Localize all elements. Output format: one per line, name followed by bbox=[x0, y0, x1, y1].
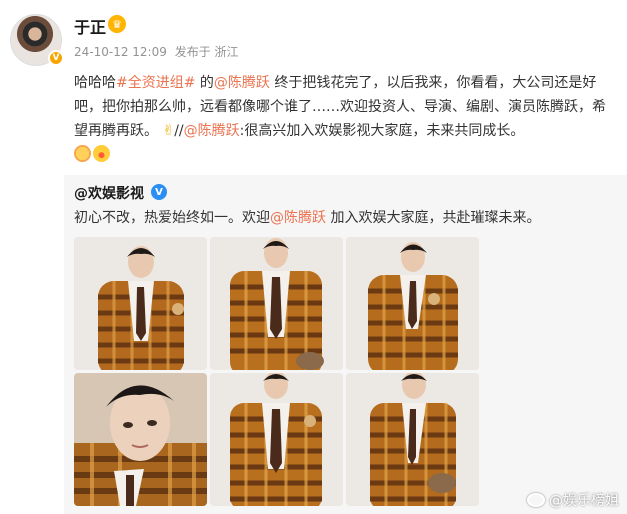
mention-link[interactable]: @陈腾跃 bbox=[270, 210, 326, 226]
photo-image bbox=[210, 237, 343, 370]
text-segment: :很高兴加入欢娱影视大家庭，未来共同成长。 bbox=[239, 123, 525, 139]
photo-3[interactable] bbox=[346, 237, 479, 370]
photo-image bbox=[346, 237, 479, 370]
photo-1[interactable] bbox=[74, 237, 207, 370]
text-segment: // bbox=[174, 123, 184, 139]
mention-link[interactable]: @陈腾跃 bbox=[214, 75, 270, 91]
photo-2[interactable] bbox=[210, 237, 343, 370]
text-segment: 的 bbox=[195, 75, 214, 91]
weibo-logo-icon bbox=[527, 493, 545, 507]
username[interactable]: 于正 bbox=[74, 14, 106, 38]
photo-6[interactable] bbox=[346, 373, 479, 506]
mention-link[interactable]: @陈腾跃 bbox=[184, 123, 240, 139]
weibo-post: V 于正 ♛ 24-10-12 12:09 发布于 浙江 哈哈哈#全资进组# 的… bbox=[0, 0, 627, 514]
photo-image bbox=[74, 237, 207, 370]
emoji-icon bbox=[74, 145, 91, 162]
hashtag-link[interactable]: #全资进组# bbox=[116, 75, 195, 91]
post-body: 哈哈哈#全资进组# 的@陈腾跃 终于把钱花完了，以后我来，你看看，大公司还是好吧… bbox=[74, 71, 614, 167]
text-segment: 哈哈哈 bbox=[74, 75, 116, 91]
repost-body: 初心不改，热爱始终如一。欢迎@陈腾跃 加入欢娱大家庭，共赴璀璨未来。 bbox=[74, 207, 540, 227]
repost-username[interactable]: @欢娱影视 bbox=[74, 183, 144, 203]
verified-icon: V bbox=[48, 50, 64, 66]
photo-4[interactable] bbox=[74, 373, 207, 506]
photo-image bbox=[210, 373, 343, 506]
text-segment: 加入欢娱大家庭，共赴璀璨未来。 bbox=[326, 210, 541, 226]
photo-image bbox=[74, 373, 207, 506]
emoji-icon bbox=[93, 145, 110, 162]
watermark-text: @娱乐榜姐 bbox=[549, 493, 619, 509]
photo-image bbox=[346, 373, 479, 506]
text-segment: 初心不改，热爱始终如一。欢迎 bbox=[74, 210, 270, 226]
hand-icon: ✌ bbox=[162, 123, 175, 139]
verified-icon: V bbox=[151, 184, 167, 200]
crown-icon: ♛ bbox=[108, 15, 126, 33]
watermark: @娱乐榜姐 bbox=[527, 490, 619, 510]
post-time[interactable]: 24-10-12 12:09 bbox=[74, 45, 167, 59]
post-source: 发布于 浙江 bbox=[174, 45, 239, 59]
photo-5[interactable] bbox=[210, 373, 343, 506]
post-meta: 24-10-12 12:09 发布于 浙江 bbox=[74, 43, 243, 60]
